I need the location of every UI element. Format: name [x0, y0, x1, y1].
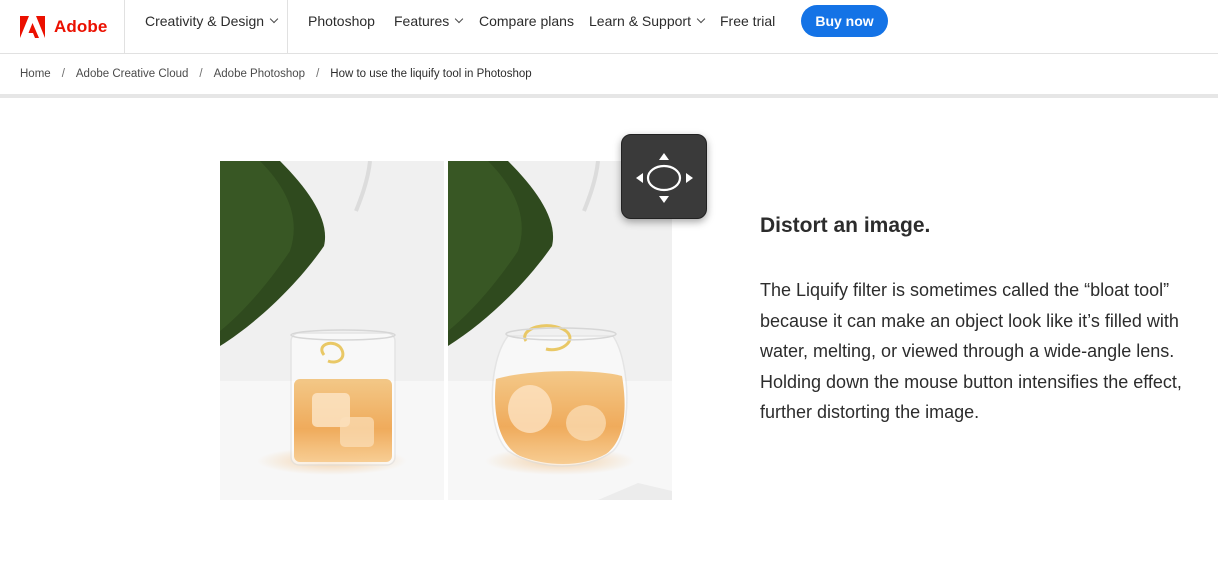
before-image	[220, 161, 444, 500]
chevron-down-icon	[696, 14, 706, 24]
nav-learn-support-label: Learn & Support	[589, 12, 691, 29]
breadcrumb-separator: /	[199, 68, 203, 80]
global-nav: Adobe Creativity & Design Photoshop Feat…	[0, 0, 1218, 54]
breadcrumb-bar: Home / Adobe Creative Cloud / Adobe Phot…	[0, 54, 1218, 98]
nav-learn-support[interactable]: Learn & Support	[589, 0, 706, 41]
nav-free-trial-label: Free trial	[720, 12, 776, 29]
nav-compare-plans-label: Compare plans	[479, 12, 574, 29]
nav-compare-plans[interactable]: Compare plans	[479, 0, 574, 41]
breadcrumb-current-page: How to use the liquify tool in Photoshop	[330, 68, 532, 80]
liquify-bloat-tool-icon	[621, 134, 707, 219]
bloat-tool-glyph	[636, 153, 693, 203]
section-paragraph: The Liquify filter is sometimes called t…	[760, 280, 1182, 422]
breadcrumb-creative-cloud[interactable]: Adobe Creative Cloud	[76, 68, 189, 80]
breadcrumb-home[interactable]: Home	[20, 68, 51, 80]
nav-photoshop-label: Photoshop	[308, 12, 375, 29]
nav-photoshop[interactable]: Photoshop	[308, 0, 375, 41]
nav-free-trial[interactable]: Free trial	[720, 0, 775, 41]
nav-features-label: Features	[394, 12, 450, 29]
nav-creativity-design-label: Creativity & Design	[145, 12, 265, 29]
adobe-wordmark: Adobe	[54, 17, 108, 36]
breadcrumb: Home / Adobe Creative Cloud / Adobe Phot…	[20, 68, 532, 80]
buy-now-button[interactable]: Buy now	[801, 5, 888, 37]
breadcrumb-photoshop[interactable]: Adobe Photoshop	[214, 68, 305, 80]
breadcrumb-separator: /	[61, 68, 65, 80]
chevron-down-icon	[269, 14, 279, 24]
breadcrumb-separator: /	[316, 68, 320, 80]
nav-divider	[287, 0, 288, 54]
chevron-down-icon	[455, 14, 464, 24]
glass-original-illustration	[220, 161, 444, 500]
section-heading: Distort an image.	[760, 214, 931, 237]
nav-creativity-design[interactable]: Creativity & Design	[145, 0, 279, 41]
adobe-logo-link[interactable]: Adobe	[0, 0, 125, 54]
adobe-logo-icon	[20, 16, 45, 38]
nav-features[interactable]: Features	[394, 0, 464, 41]
